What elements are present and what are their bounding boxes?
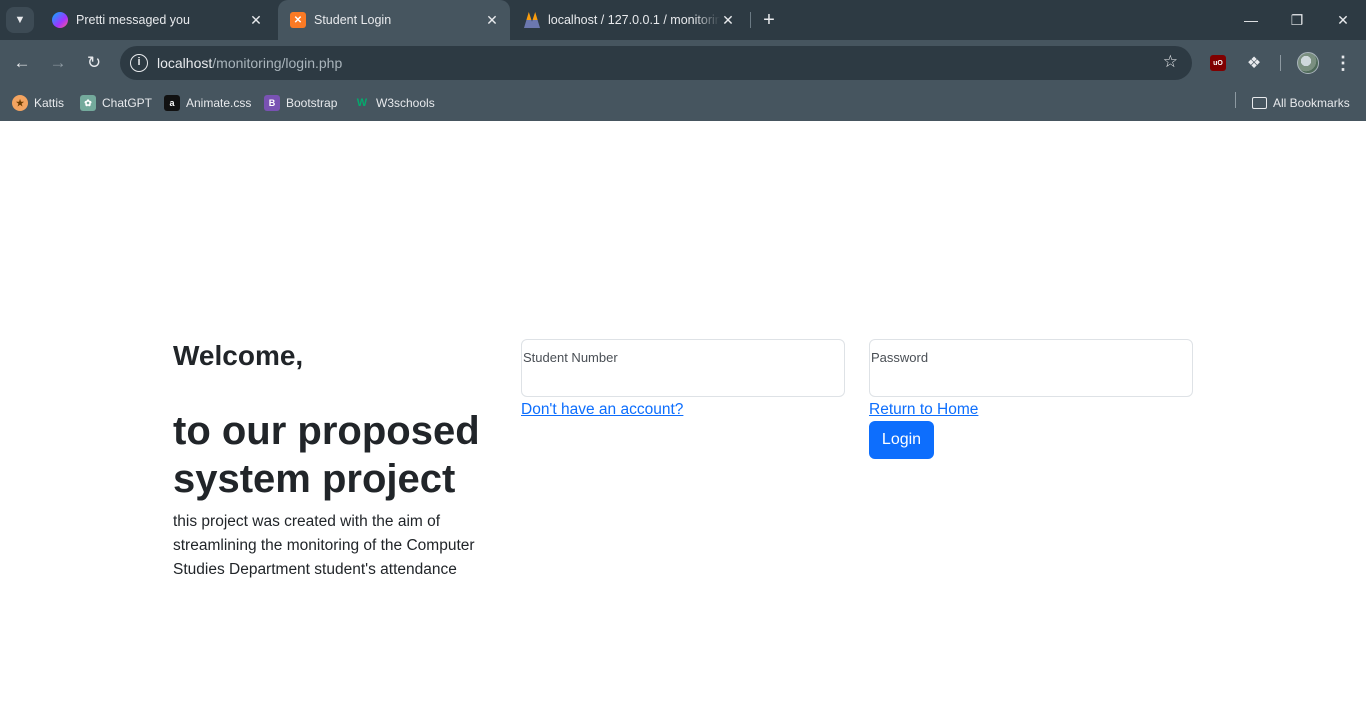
page-content: Welcome, to our proposed system project …	[0, 121, 1366, 728]
arrow-left-icon: ←	[13, 53, 31, 72]
phpmyadmin-icon	[524, 12, 540, 28]
close-icon: ✕	[1337, 11, 1349, 28]
welcome-heading: Welcome,	[173, 340, 304, 371]
bookmark-star-icon[interactable]: ☆	[1163, 52, 1178, 72]
toolbar-divider	[1280, 55, 1281, 71]
close-icon[interactable]: ✕	[248, 12, 264, 28]
password-input[interactable]	[871, 370, 1189, 392]
tab-search-button[interactable]: ▼	[6, 7, 34, 33]
tab-separator	[750, 12, 751, 28]
tab-title: Pretti messaged you	[76, 13, 190, 27]
new-tab-button[interactable]: +	[758, 9, 780, 31]
password-field[interactable]: Password	[869, 339, 1193, 397]
forward-button[interactable]: →	[44, 49, 72, 77]
return-home-link[interactable]: Return to Home	[869, 401, 978, 419]
menu-kebab-icon[interactable]: ⋮	[1334, 51, 1352, 75]
reload-button[interactable]: ↻	[80, 49, 108, 77]
extensions-button[interactable]: ❖	[1242, 51, 1266, 75]
profile-avatar[interactable]	[1297, 52, 1319, 74]
w3schools-icon: W	[356, 97, 368, 109]
ublock-extension[interactable]: uO	[1206, 51, 1230, 75]
tab-phpmyadmin[interactable]: localhost / 127.0.0.1 / monitoring ✕	[512, 4, 746, 36]
restore-icon: ❐	[1290, 11, 1304, 28]
signup-link[interactable]: Don't have an account?	[521, 401, 683, 419]
animate-icon: a	[164, 95, 180, 111]
plus-icon: +	[763, 9, 775, 31]
ublock-icon: uO	[1210, 55, 1226, 71]
bookmark-w3schools[interactable]: W W3schools	[354, 93, 435, 113]
tab-student-login[interactable]: ✕ Student Login ✕	[278, 0, 510, 40]
student-number-field[interactable]: Student Number	[521, 339, 845, 397]
project-description: this project was created with the aim of…	[173, 513, 475, 578]
student-number-label: Student Number	[523, 350, 618, 365]
chevron-down-icon: ▼	[14, 14, 26, 26]
address-bar[interactable]: i localhost/monitoring/login.php ☆	[120, 46, 1192, 80]
close-icon[interactable]: ✕	[484, 12, 500, 28]
restore-button[interactable]: ❐	[1274, 0, 1320, 40]
minimize-icon: —	[1244, 12, 1258, 28]
browser-toolbar: ← → ↻ i localhost/monitoring/login.php ☆…	[0, 40, 1366, 86]
tab-strip: ▼ Pretti messaged you ✕ ✕ Student Login …	[0, 0, 1366, 40]
kattis-icon: ★	[12, 95, 28, 111]
close-icon[interactable]: ✕	[720, 12, 736, 28]
site-info-icon[interactable]: i	[130, 54, 148, 72]
password-label: Password	[871, 350, 929, 365]
messenger-icon	[52, 12, 68, 28]
xampp-icon: ✕	[290, 12, 306, 28]
bookmark-animate[interactable]: a Animate.css	[164, 93, 251, 113]
close-window-button[interactable]: ✕	[1320, 0, 1366, 40]
student-number-input[interactable]	[523, 370, 841, 392]
minimize-button[interactable]: —	[1228, 0, 1274, 40]
login-button[interactable]: Login	[869, 421, 934, 459]
bookmarks-divider	[1235, 92, 1236, 108]
tab-messenger[interactable]: Pretti messaged you ✕	[40, 4, 274, 36]
tab-title: localhost / 127.0.0.1 / monitoring	[548, 13, 720, 27]
headline: to our proposed system project	[173, 409, 480, 501]
url-text[interactable]: localhost/monitoring/login.php	[157, 55, 342, 71]
bootstrap-icon: B	[264, 95, 280, 111]
arrow-right-icon: →	[49, 53, 67, 72]
reload-icon: ↻	[86, 53, 102, 72]
puzzle-icon: ❖	[1246, 55, 1262, 72]
bookmark-bootstrap[interactable]: B Bootstrap	[264, 93, 337, 113]
bookmark-chatgpt[interactable]: ✿ ChatGPT	[80, 93, 152, 113]
folder-icon	[1252, 97, 1267, 109]
bookmark-kattis[interactable]: ★ Kattis	[12, 93, 64, 113]
back-button[interactable]: ←	[8, 49, 36, 77]
tab-title: Student Login	[314, 13, 392, 27]
bookmarks-bar: ★ Kattis ✿ ChatGPT a Animate.css B Boots…	[0, 86, 1366, 121]
all-bookmarks-button[interactable]: All Bookmarks	[1252, 93, 1350, 113]
chatgpt-icon: ✿	[80, 95, 96, 111]
